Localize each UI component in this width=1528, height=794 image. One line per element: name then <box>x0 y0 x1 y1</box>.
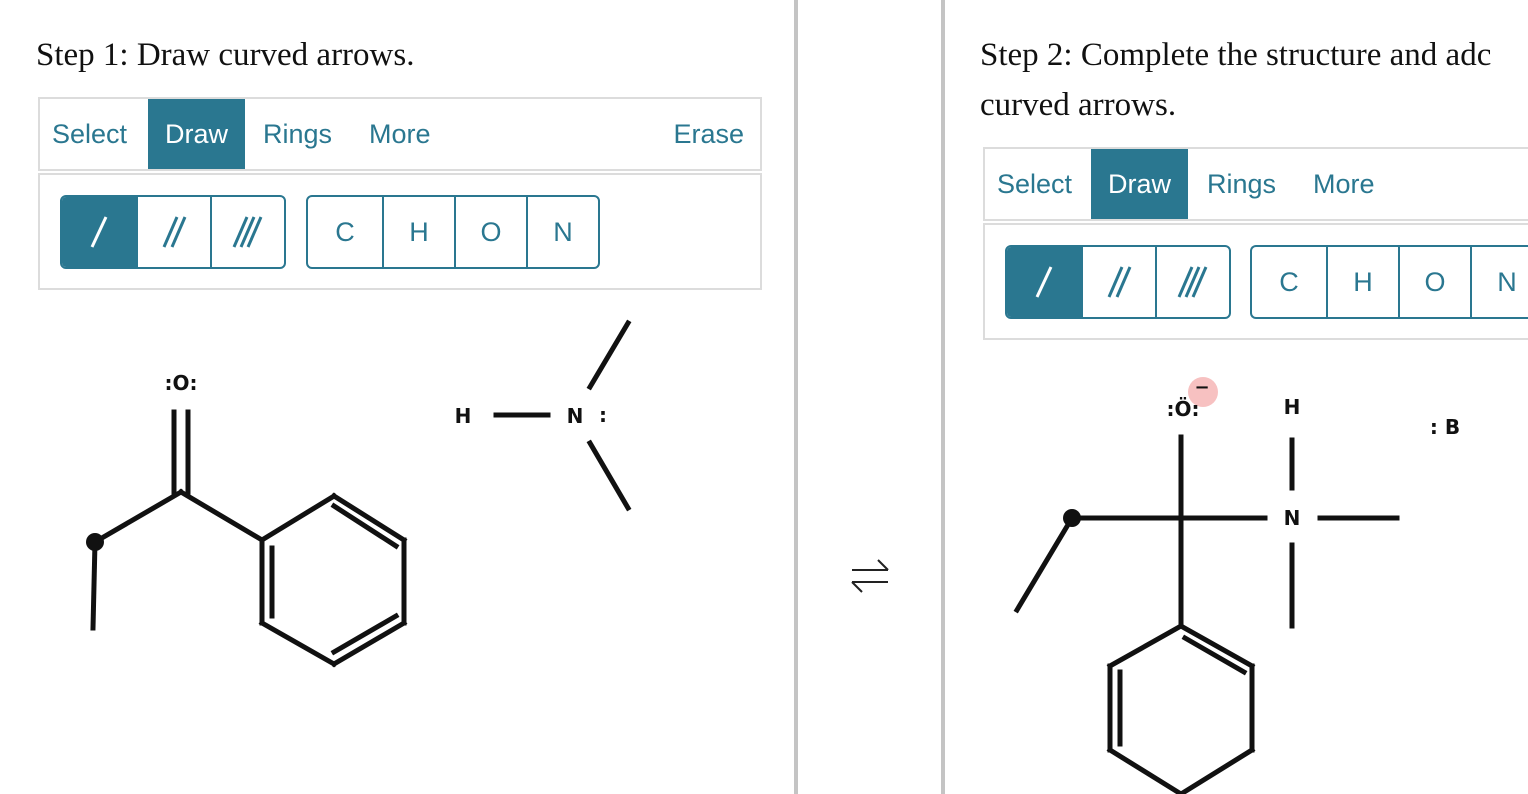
amine-molecule <box>493 319 632 512</box>
step2-toolbar: Select Draw Rings More <box>983 147 1528 221</box>
base-label: : B <box>1430 415 1460 439</box>
tab-draw-step2[interactable]: Draw <box>1091 149 1188 219</box>
atom-o-button-step2[interactable]: O <box>1398 247 1470 317</box>
atom-buttons-step2: C H O N <box>1250 245 1528 319</box>
panel-divider-right <box>941 0 945 794</box>
oxygen-label: :O: <box>165 371 198 395</box>
tab-rings-step2[interactable]: Rings <box>1207 149 1276 219</box>
intermediate-molecule <box>1013 434 1400 794</box>
triple-bond-icon <box>1177 266 1208 298</box>
panel-divider-left <box>794 0 798 794</box>
tab-more-step2[interactable]: More <box>1313 149 1375 219</box>
hydrogen-label-step2: H <box>1284 395 1301 419</box>
double-bond-icon <box>1107 266 1132 298</box>
nitrogen-lone-pair: : <box>599 403 607 427</box>
oxygen-label-step2: :Ö: <box>1167 397 1200 421</box>
step2-tool-row: C H O N <box>983 223 1528 340</box>
equilibrium-arrow-icon <box>851 559 889 593</box>
single-bond-button-step2[interactable] <box>1007 247 1081 317</box>
tab-select-step2[interactable]: Select <box>997 149 1072 219</box>
nitrogen-label: N <box>567 404 584 428</box>
step2-title-line2: curved arrows. <box>980 87 1177 123</box>
hydrogen-label: H <box>455 404 472 428</box>
negative-charge-label: − <box>1194 377 1209 398</box>
atom-dot <box>86 533 104 551</box>
single-bond-icon <box>1035 266 1053 298</box>
atom-n-button-step2[interactable]: N <box>1470 247 1528 317</box>
ketone-molecule <box>90 409 408 668</box>
triple-bond-button-step2[interactable] <box>1155 247 1229 317</box>
equilibrium-arrow <box>800 546 940 606</box>
atom-h-button-step2[interactable]: H <box>1326 247 1398 317</box>
atom-c-button-step2[interactable]: C <box>1252 247 1326 317</box>
step1-canvas[interactable]: :O: H N : <box>0 0 794 794</box>
atom-dot <box>1063 509 1081 527</box>
bond-buttons-step2 <box>1005 245 1231 319</box>
nitrogen-label-step2: N <box>1284 506 1301 530</box>
charge-highlight <box>1188 377 1218 407</box>
step2-title: Step 2: Complete the structure and adc <box>980 37 1492 73</box>
double-bond-button-step2[interactable] <box>1081 247 1155 317</box>
